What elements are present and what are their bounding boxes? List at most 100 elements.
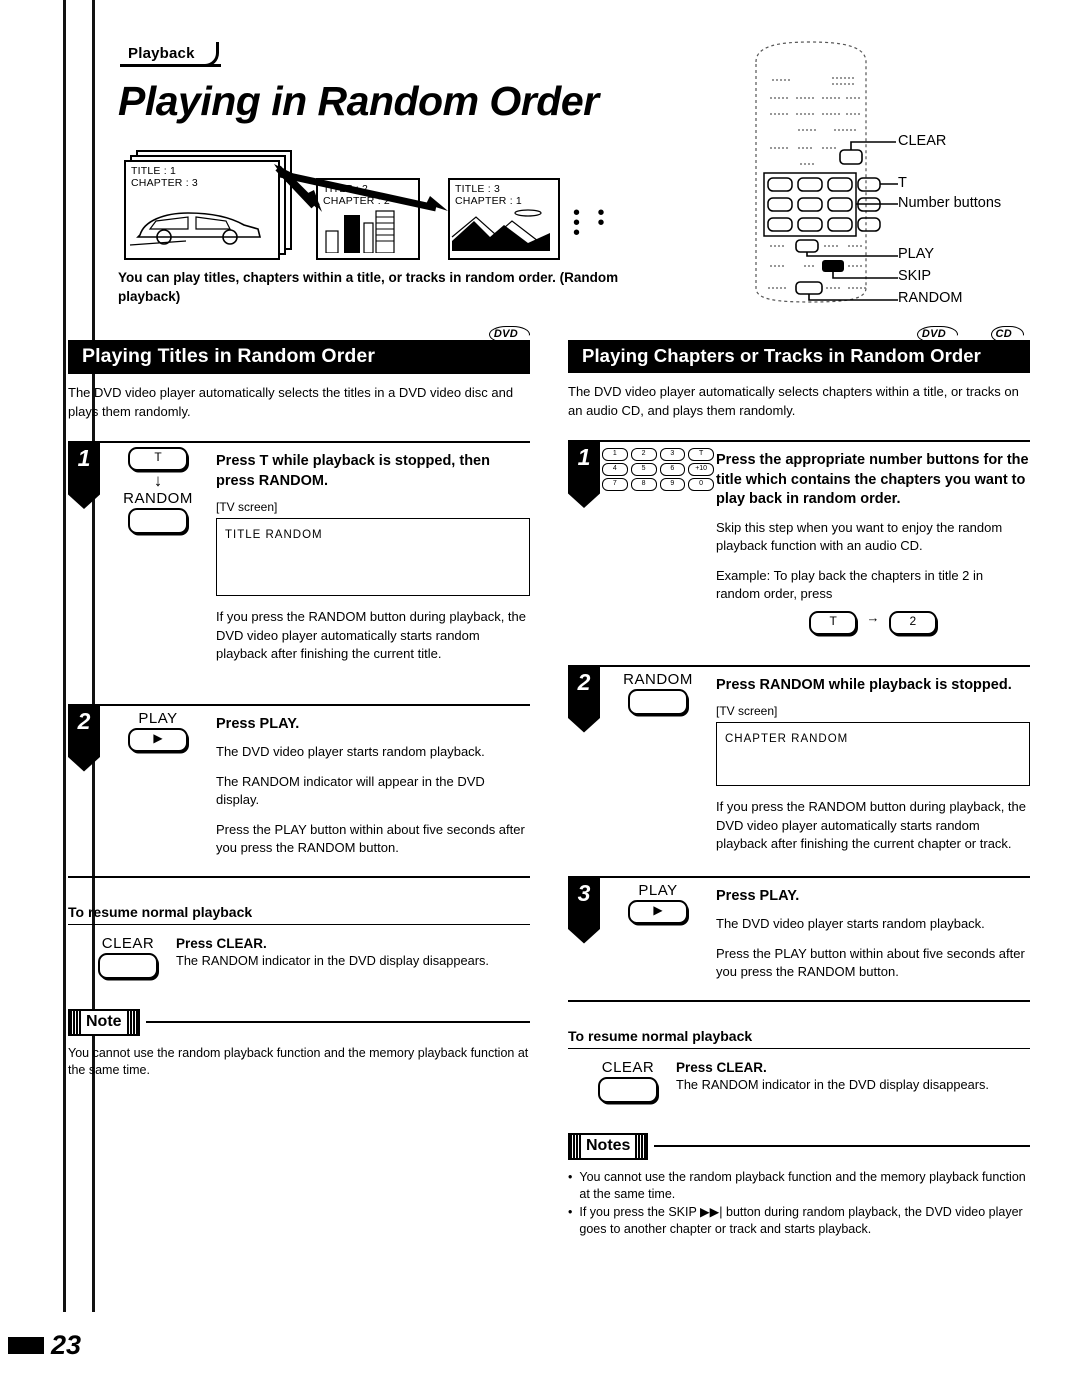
step-number: 3: [568, 877, 600, 944]
note-list-item: • If you press the SKIP ▶▶| button durin…: [568, 1204, 1030, 1238]
notes-rule: [654, 1145, 1030, 1147]
note-badge: Note: [68, 1008, 140, 1036]
section-tab-label: Playback: [128, 45, 195, 62]
left-step-1: 1 T ↓ RANDOM Press T while playback is s…: [68, 441, 530, 664]
tv-screen-label: [TV screen]: [716, 704, 778, 718]
key-9[interactable]: 9: [659, 478, 686, 491]
key-3[interactable]: 3: [659, 448, 686, 461]
key-t[interactable]: T: [688, 448, 714, 461]
step-3-button-icons: PLAY ▶: [608, 882, 708, 924]
random-button-icon[interactable]: [128, 508, 188, 534]
note-rule: [145, 1021, 530, 1023]
step-2-para-2: The RANDOM indicator will appear in the …: [216, 773, 485, 808]
key-5[interactable]: 5: [630, 463, 657, 476]
note-item-text: You cannot use the random playback funct…: [579, 1169, 1026, 1201]
page-footer: 23: [8, 1330, 81, 1361]
remote-callout-number-buttons: Number buttons: [898, 195, 1002, 211]
key-6[interactable]: 6: [659, 463, 686, 476]
footer-block-decoration: [8, 1337, 44, 1354]
example-key-t[interactable]: T: [809, 610, 858, 635]
section-divider: [568, 999, 1030, 1002]
play-button-icon[interactable]: ▶: [628, 899, 688, 924]
key-2[interactable]: 2: [630, 448, 657, 461]
left-resume-text: The RANDOM indicator in the DVD display …: [176, 952, 489, 968]
right-section-intro: The DVD video player automatically selec…: [568, 384, 1019, 418]
media-badge-dvd: DVD: [921, 328, 946, 340]
key-plus10[interactable]: +10: [688, 463, 714, 476]
left-resume-heading: To resume normal playback: [68, 904, 530, 925]
left-note-text: You cannot use the random playback funct…: [68, 1045, 529, 1077]
clear-button-icon[interactable]: [98, 952, 158, 979]
step-number: 1: [68, 443, 100, 509]
step-2-button-icons: RANDOM: [608, 671, 708, 720]
lead-paragraph: You can play titles, chapters within a t…: [118, 270, 619, 304]
clear-button-label: CLEAR: [601, 1058, 655, 1076]
left-section-intro: The DVD video player automatically selec…: [68, 385, 514, 419]
key-8[interactable]: 8: [630, 478, 657, 491]
clear-button-group: CLEAR: [590, 1059, 666, 1108]
media-badge-dvd: DVD: [493, 328, 518, 340]
remote-callout-random: RANDOM: [898, 290, 963, 306]
key-4[interactable]: 4: [602, 463, 628, 476]
right-resume-heading: To resume normal playback: [568, 1028, 1030, 1049]
random-button-icon[interactable]: [628, 688, 688, 715]
note-list-item: • You cannot use the random playback fun…: [568, 1169, 1030, 1203]
manual-page: Playback Playing in Random Order TITLE :…: [0, 0, 1080, 1397]
right-step-2: 2 RANDOM Press RANDOM while playback is …: [568, 664, 1030, 854]
bullet-icon: •: [568, 1204, 573, 1219]
remote-control-diagram: CLEAR T Number buttons PLAY SKIP RANDOM: [748, 38, 1048, 310]
right-step-3-para-2: Press the PLAY button within about five …: [716, 945, 1025, 980]
left-resume-section: To resume normal playback CLEAR Press CL…: [68, 904, 530, 983]
tv-screen-label: [TV screen]: [216, 500, 278, 514]
remote-callout-play: PLAY: [898, 246, 935, 262]
right-step-1-instruction: Press the appropriate number buttons for…: [716, 452, 1029, 507]
right-step-2-note: If you press the RANDOM button during pl…: [716, 799, 1026, 851]
clear-button-icon[interactable]: [598, 1076, 658, 1103]
number-buttons-keypad: 1 2 3 T 4 5 6 +10 7 8 9 0: [602, 448, 718, 491]
left-step-2: 2 PLAY ▶ Press PLAY. The DVD video playe…: [68, 703, 530, 858]
right-step-2-instruction: Press RANDOM while playback is stopped.: [716, 676, 1012, 693]
right-resume-section: To resume normal playback CLEAR Press CL…: [568, 1028, 1030, 1107]
scan-artifact-line: [63, 0, 66, 1312]
right-step-3: 3 PLAY ▶ Press PLAY. The DVD video playe…: [568, 875, 1030, 982]
right-notes-list: • You cannot use the random playback fun…: [568, 1169, 1030, 1238]
tv-screen-text: TITLE RANDOM: [225, 529, 323, 541]
key-0[interactable]: 0: [688, 478, 714, 491]
right-resume-instruction: Press CLEAR.: [676, 1059, 767, 1075]
step-number: 2: [568, 666, 600, 733]
key-7[interactable]: 7: [602, 478, 628, 491]
tv-screen-box: TITLE RANDOM: [216, 518, 530, 596]
right-column: DVD CD Playing Chapters or Tracks in Ran…: [568, 318, 1030, 1239]
section-tab-playback: Playback: [120, 42, 221, 67]
right-notes-section: Notes • You cannot use the random playba…: [568, 1132, 1030, 1238]
step-number: 2: [68, 705, 100, 772]
page-number: 23: [51, 1330, 82, 1360]
remote-callout-t: T: [898, 175, 907, 191]
play-button-icon[interactable]: ▶: [128, 727, 188, 752]
page-title: Playing in Random Order: [118, 78, 599, 124]
left-note-section: Note You cannot use the random playback …: [68, 1008, 530, 1079]
example-key-sequence: T → 2: [716, 610, 1030, 635]
right-section-title: Playing Chapters or Tracks in Random Ord…: [568, 340, 1030, 373]
play-button-label: PLAY: [638, 881, 678, 899]
arrow-down-icon: ↓: [153, 471, 163, 490]
right-step-3-para-1: The DVD video player starts random playb…: [716, 916, 985, 931]
right-resume-text: The RANDOM indicator in the DVD display …: [676, 1076, 989, 1092]
example-key-2[interactable]: 2: [888, 610, 937, 635]
step-1-instruction: Press T while playback is stopped, then …: [216, 453, 490, 489]
section-divider: [68, 875, 530, 878]
random-order-illustration: TITLE : 1 CHAPTER : 3 TITLE : 2 CHAPTER …: [118, 150, 628, 270]
note-item-text: If you press the SKIP ▶▶| button during …: [579, 1204, 1023, 1236]
notes-badge: Notes: [568, 1132, 649, 1160]
left-section-title: Playing Titles in Random Order: [68, 340, 530, 374]
key-1[interactable]: 1: [602, 448, 628, 461]
right-step-1: 1 1 2 3 T 4 5 6 +10 7 8 9 0 Press the ap…: [568, 440, 1030, 635]
t-button-icon[interactable]: T: [128, 447, 188, 471]
remote-callout-skip: SKIP: [898, 268, 932, 284]
clear-button-label: CLEAR: [101, 934, 155, 952]
right-step-1-para: Skip this step when you want to enjoy th…: [716, 519, 1003, 554]
left-resume-instruction: Press CLEAR.: [176, 935, 267, 951]
tv-screen-text: CHAPTER RANDOM: [725, 733, 849, 745]
step-1-button-icons: T ↓ RANDOM: [108, 447, 208, 539]
play-button-label: PLAY: [138, 709, 178, 727]
